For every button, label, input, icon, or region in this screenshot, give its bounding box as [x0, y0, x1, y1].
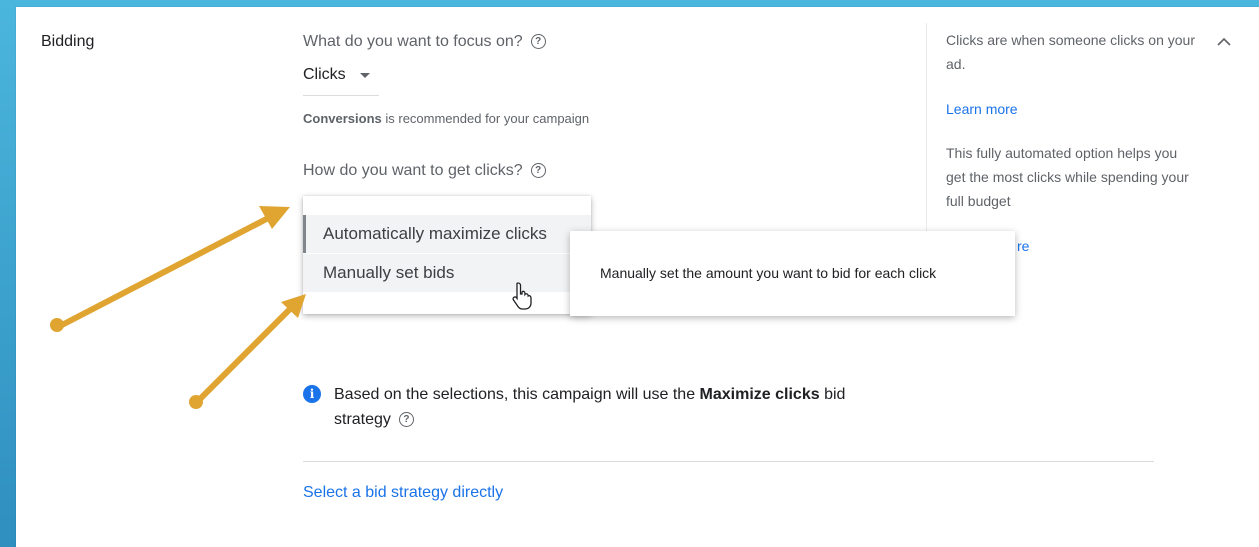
- chevron-up-icon[interactable]: [1214, 32, 1234, 52]
- clicks-question-label: How do you want to get clicks?: [303, 162, 523, 179]
- bidding-panel: Bidding What do you want to focus on?? C…: [16, 7, 1259, 547]
- recommendation-text: Conversions is recommended for your camp…: [303, 111, 589, 126]
- info-icon: i: [303, 385, 321, 403]
- clicks-question: How do you want to get clicks??: [303, 162, 546, 180]
- help-circle-icon[interactable]: ?: [530, 163, 546, 179]
- side-help-text-1: Clicks are when someone clicks on your a…: [946, 32, 1195, 72]
- info-suffix: bid: [819, 386, 846, 403]
- info-prefix: Based on the selections, this campaign w…: [334, 386, 700, 403]
- info-line2: strategy: [334, 411, 391, 428]
- hand-pointer-icon: [512, 282, 532, 310]
- focus-question: What do you want to focus on??: [303, 33, 546, 51]
- section-title: Bidding: [41, 33, 95, 50]
- option-automatically-maximize-clicks[interactable]: Automatically maximize clicks: [303, 215, 591, 253]
- focus-question-label: What do you want to focus on?: [303, 33, 523, 50]
- strategy-info-text: Based on the selections, this campaign w…: [334, 382, 894, 432]
- select-bid-strategy-link[interactable]: Select a bid strategy directly: [303, 484, 503, 502]
- section-divider: [303, 461, 1154, 462]
- learn-more-link[interactable]: Learn more: [946, 101, 1018, 117]
- recommendation-rest: is recommended for your campaign: [381, 111, 590, 126]
- option-tooltip: Manually set the amount you want to bid …: [570, 231, 1015, 316]
- bid-method-dropdown: Automatically maximize clicks Manually s…: [303, 196, 591, 314]
- side-divider: [926, 23, 927, 243]
- screenshot-frame: Bidding What do you want to focus on?? C…: [0, 0, 1259, 547]
- learn-more-link-partial[interactable]: re: [1017, 238, 1029, 254]
- help-circle-icon[interactable]: ?: [398, 412, 414, 428]
- help-circle-icon[interactable]: ?: [530, 34, 546, 50]
- tooltip-text: Manually set the amount you want to bid …: [600, 265, 937, 281]
- side-help-text-2: This fully automated option helps you ge…: [946, 145, 1189, 209]
- option-manually-set-bids[interactable]: Manually set bids: [303, 254, 591, 292]
- focus-select-value: Clicks: [303, 66, 346, 83]
- recommendation-bold: Conversions: [303, 111, 382, 126]
- info-bold: Maximize clicks: [699, 386, 820, 403]
- focus-select[interactable]: Clicks: [303, 65, 379, 96]
- caret-down-icon: [360, 73, 370, 78]
